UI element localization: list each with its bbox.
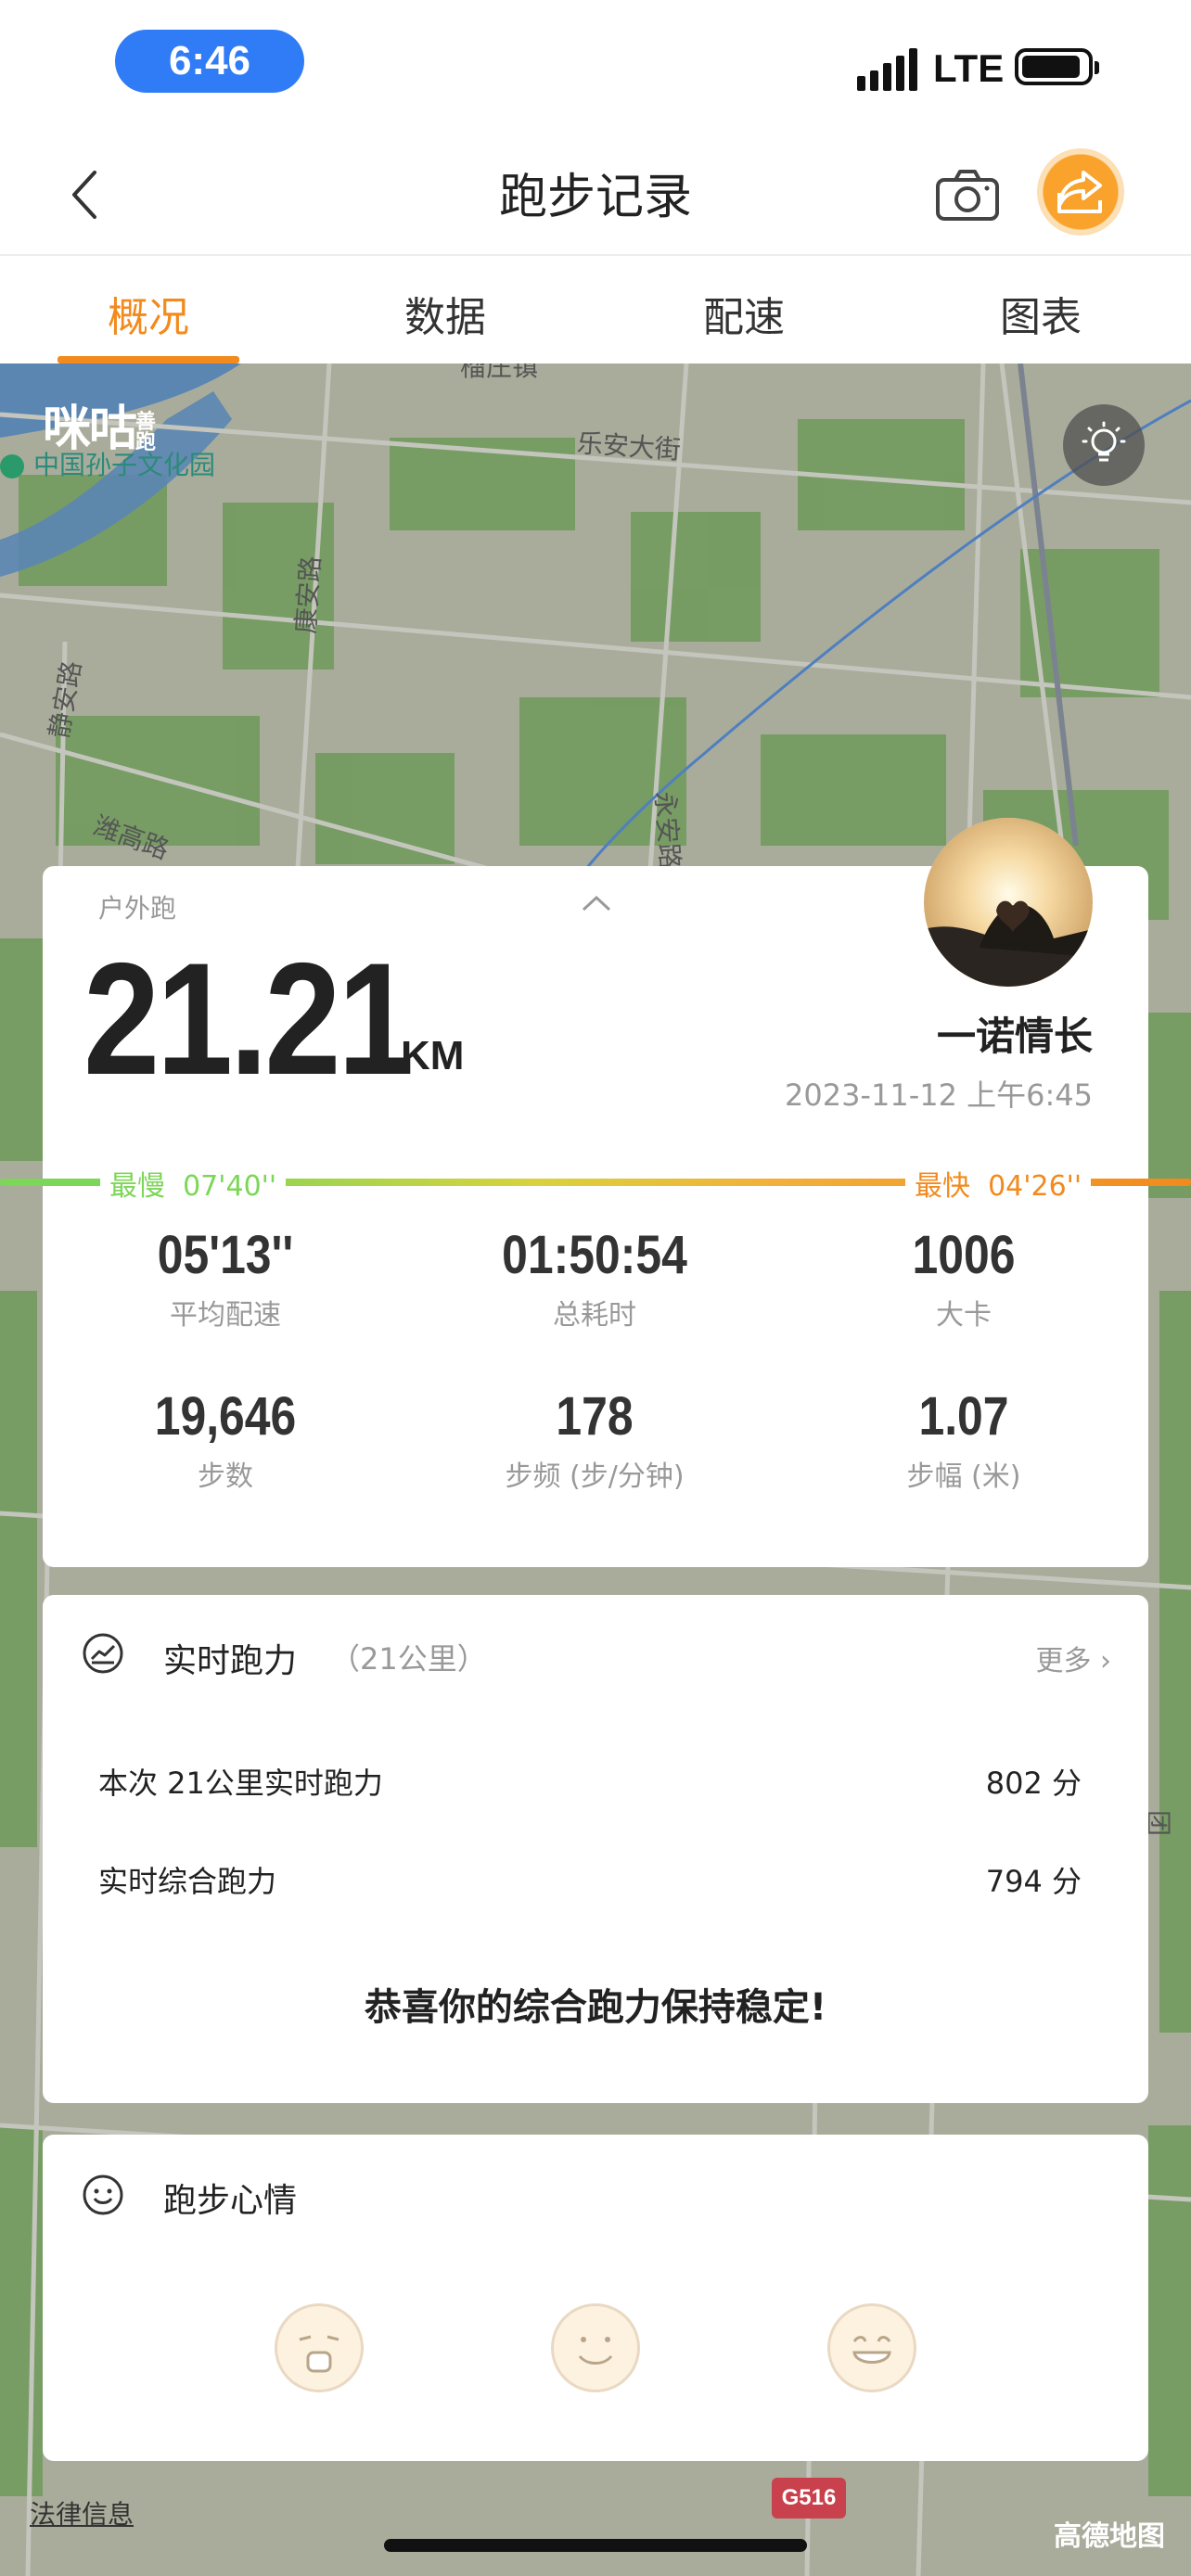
network-label: LTE <box>933 46 1005 90</box>
fastest-pace: 最快 04'26'' <box>905 1163 1092 1204</box>
stat-cadence: 178 步频 (步/分钟) <box>505 1386 685 1493</box>
stat-avg-pace: 05'13'' 平均配速 <box>157 1225 294 1332</box>
power-message: 恭喜你的综合跑力保持稳定! <box>364 1986 827 2029</box>
more-link[interactable]: 更多 › <box>1035 1638 1111 1678</box>
camera-icon <box>936 170 999 221</box>
street-label: 乐安大街 <box>575 427 682 465</box>
power-title: 实时跑力 <box>163 1642 298 1680</box>
power-subtitle: （21公里） <box>330 1641 487 1677</box>
stat-steps: 19,646 步数 <box>154 1386 297 1493</box>
tab-indicator <box>58 356 239 363</box>
power-row-label: 实时综合跑力 <box>98 1864 277 1899</box>
road-shield: G516 <box>772 2478 846 2519</box>
home-indicator[interactable] <box>384 2539 807 2552</box>
legal-info-link[interactable]: 法律信息 <box>30 2494 134 2531</box>
power-row: 本次 21公里实时跑力 802 分 <box>98 1760 1082 1803</box>
mood-great-button[interactable] <box>827 2303 916 2392</box>
status-time[interactable]: 6:46 <box>115 30 304 93</box>
stat-duration: 01:50:54 总耗时 <box>502 1225 687 1332</box>
stat-calories: 1006 大卡 <box>912 1225 1016 1332</box>
power-row-label: 本次 21公里实时跑力 <box>98 1766 383 1801</box>
smile-face-icon <box>578 2337 613 2365</box>
poi-label: 中国孙子文化园 <box>0 445 215 482</box>
avatar[interactable] <box>924 818 1093 987</box>
street-label: 康安路 <box>289 555 327 635</box>
slowest-pace: 最慢 07'40'' <box>100 1163 287 1204</box>
stat-stride: 1.07 步幅 (米) <box>906 1386 1021 1493</box>
tab-pace[interactable]: 配速 <box>633 284 855 343</box>
grin-face-icon <box>852 2336 891 2364</box>
tab-data[interactable]: 数据 <box>334 284 557 343</box>
street-label: 榴庄镇 <box>460 363 539 382</box>
chevron-up-icon <box>582 895 611 912</box>
run-summary-card: 户外跑 21.21 KM 一诺情长 2023-11-12 上午6:45 最慢 0… <box>0 818 1191 1567</box>
power-row: 实时综合跑力 794 分 <box>98 1858 1082 1901</box>
map-provider-logo: 高德地图 <box>1054 2520 1165 2553</box>
tab-bar: 概况 数据 配速 图表 <box>0 254 1191 365</box>
mood-happy-button[interactable] <box>551 2303 640 2392</box>
camera-button[interactable] <box>935 167 1000 223</box>
collapse-button[interactable] <box>581 894 612 916</box>
power-trend-icon <box>83 1633 123 1674</box>
run-type-label: 户外跑 <box>98 893 177 924</box>
nav-bar: 跑步记录 <box>0 130 1191 254</box>
distance-value: 21.21 <box>83 930 414 1108</box>
distance-unit: KM <box>401 1033 465 1078</box>
smiley-icon <box>83 2174 123 2215</box>
signal-icon <box>857 46 920 91</box>
avatar-image <box>924 818 1093 987</box>
mood-tired-button[interactable] <box>275 2303 364 2392</box>
tab-overview[interactable]: 概况 <box>37 284 260 343</box>
tab-charts[interactable]: 图表 <box>929 284 1152 343</box>
user-nickname: 一诺情长 <box>936 1014 1093 1059</box>
page-title: 跑步记录 <box>498 170 692 225</box>
tired-face-icon <box>299 2335 339 2373</box>
mood-title: 跑步心情 <box>163 2182 298 2220</box>
running-power-card: 实时跑力 （21公里） 更多 › 本次 21公里实时跑力 802 分 实时综合跑… <box>43 1595 1148 2103</box>
pace-range-bar: 最慢 07'40'' 最快 04'26'' <box>0 1163 1191 1204</box>
run-datetime: 2023-11-12 上午6:45 <box>784 1078 1093 1113</box>
share-icon <box>1057 171 1102 213</box>
run-mood-card: 跑步心情 <box>43 2135 1148 2461</box>
status-bar: 6:46 LTE <box>0 0 1191 130</box>
power-row-value: 794 分 <box>985 1864 1082 1899</box>
street-label: 永安路 <box>649 790 685 871</box>
power-row-value: 802 分 <box>985 1766 1082 1801</box>
light-toggle-button[interactable] <box>1063 404 1145 486</box>
lightbulb-icon <box>1082 421 1126 462</box>
share-button[interactable] <box>1037 148 1124 236</box>
battery-icon <box>1015 48 1099 85</box>
